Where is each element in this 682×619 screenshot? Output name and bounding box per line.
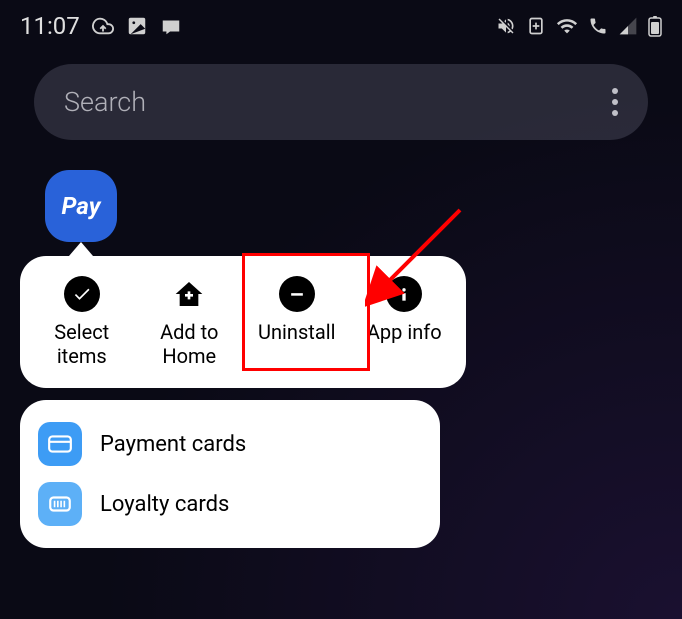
- check-circle-icon: [64, 276, 100, 312]
- status-bar: 11:07: [0, 0, 682, 52]
- shortcuts-panel: Payment cards Loyalty cards: [20, 400, 440, 548]
- app-icon-pay[interactable]: Pay: [45, 170, 117, 242]
- wifi-calling-icon: [588, 16, 608, 36]
- menu-label: Select items: [54, 320, 109, 368]
- card-icon: [38, 422, 82, 466]
- shortcut-label: Payment cards: [100, 432, 246, 457]
- battery-icon: [648, 15, 662, 37]
- search-bar[interactable]: Search: [34, 64, 648, 140]
- menu-uninstall[interactable]: Uninstall: [243, 272, 351, 372]
- menu-select-items[interactable]: Select items: [28, 272, 136, 372]
- status-right: [496, 15, 662, 37]
- menu-app-info[interactable]: App info: [351, 272, 459, 372]
- wifi-icon: [556, 15, 578, 37]
- shortcut-label: Loyalty cards: [100, 492, 229, 517]
- minus-circle-icon: [279, 276, 315, 312]
- context-menu: Select items Add to Home Uninstall App i…: [20, 256, 466, 388]
- info-icon: [386, 276, 422, 312]
- shortcut-loyalty-cards[interactable]: Loyalty cards: [38, 474, 422, 534]
- barcode-icon: [38, 482, 82, 526]
- menu-label: Uninstall: [258, 320, 335, 344]
- data-saver-icon: [526, 16, 546, 36]
- home-plus-icon: [171, 276, 207, 312]
- menu-label: App info: [367, 320, 442, 344]
- search-placeholder: Search: [64, 86, 146, 118]
- menu-add-home[interactable]: Add to Home: [136, 272, 244, 372]
- status-left: 11:07: [20, 12, 182, 40]
- more-icon[interactable]: [612, 88, 618, 116]
- menu-label: Add to Home: [160, 320, 218, 368]
- message-icon: [160, 15, 182, 37]
- popup-arrow: [69, 242, 93, 256]
- shortcut-payment-cards[interactable]: Payment cards: [38, 414, 422, 474]
- app-icon-label: Pay: [62, 192, 101, 220]
- cloud-backup-icon: [92, 15, 114, 37]
- image-icon: [126, 15, 148, 37]
- status-time: 11:07: [20, 12, 80, 40]
- mute-icon: [496, 16, 516, 36]
- signal-icon: [618, 16, 638, 36]
